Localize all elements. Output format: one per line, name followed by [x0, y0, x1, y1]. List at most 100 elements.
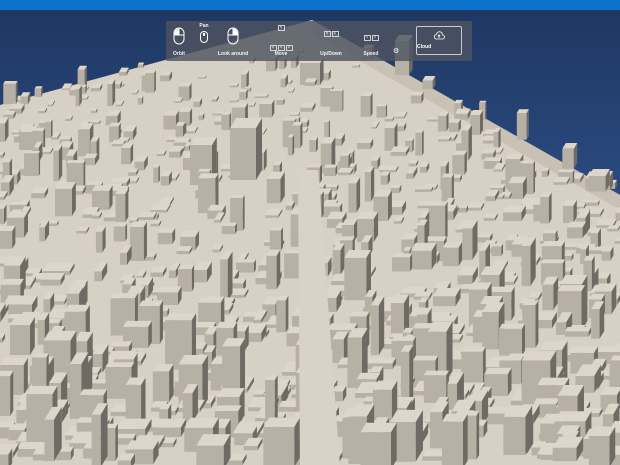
building — [34, 86, 43, 98]
building — [287, 134, 295, 156]
gear-icon[interactable]: ⚙ — [393, 47, 399, 55]
building — [448, 118, 461, 132]
key-2: 2 — [371, 35, 379, 41]
building — [24, 150, 41, 176]
building — [442, 241, 463, 267]
building — [129, 221, 147, 261]
building — [438, 136, 451, 142]
pan-mouse-icon — [200, 31, 208, 43]
building — [516, 109, 529, 140]
orbit-control: Orbit — [168, 23, 190, 59]
building — [75, 84, 82, 107]
window-top-bar — [0, 0, 620, 10]
building — [220, 251, 233, 302]
building — [45, 118, 53, 139]
building — [491, 243, 504, 257]
building — [441, 413, 468, 465]
move-label: Move — [274, 51, 288, 57]
orbit-mouse-icon — [173, 27, 185, 45]
building — [521, 237, 536, 287]
building — [324, 164, 338, 177]
building — [222, 338, 246, 396]
building — [176, 246, 193, 255]
building — [370, 296, 385, 356]
move-control: W ASD Move — [256, 23, 306, 59]
building — [499, 323, 525, 356]
building — [221, 222, 238, 235]
building — [360, 92, 373, 117]
building — [562, 199, 577, 223]
building — [348, 177, 361, 213]
building — [380, 171, 391, 185]
key-q: Q — [323, 31, 331, 37]
building — [562, 142, 578, 169]
orbit-label: Orbit — [173, 51, 185, 57]
building — [588, 426, 616, 465]
building — [493, 128, 501, 150]
building — [145, 69, 156, 93]
building — [567, 221, 586, 239]
building — [254, 93, 269, 99]
building — [241, 70, 249, 89]
navigation-help-toolbar: Orbit Pan Look around W ASD Move QE Up/D… — [166, 21, 472, 61]
look-around-label: Look around — [217, 51, 249, 57]
building — [376, 103, 388, 118]
building — [364, 166, 375, 202]
building — [454, 108, 471, 120]
building — [95, 226, 106, 253]
building — [0, 204, 7, 225]
building — [332, 243, 345, 275]
building — [432, 287, 461, 307]
building — [8, 295, 38, 315]
building — [239, 89, 248, 100]
building — [352, 63, 361, 68]
building — [461, 346, 486, 388]
building — [83, 153, 98, 166]
building — [221, 112, 232, 130]
building — [263, 417, 300, 465]
building — [198, 75, 207, 79]
look-around-control: Look around — [216, 23, 250, 59]
building — [428, 201, 448, 241]
wasd-keys-icon: W ASD — [261, 25, 301, 63]
building — [53, 144, 63, 182]
building — [137, 95, 144, 105]
key-w: W — [277, 25, 285, 31]
speed-control: 12 Speed — [356, 23, 386, 59]
building — [113, 223, 128, 242]
building — [153, 164, 160, 183]
building — [259, 99, 275, 118]
building — [169, 147, 183, 158]
building — [503, 205, 526, 221]
building — [553, 176, 570, 185]
building — [91, 185, 113, 210]
building — [160, 71, 173, 82]
building — [276, 295, 289, 333]
building — [31, 187, 49, 199]
building — [540, 192, 552, 224]
building — [107, 79, 116, 107]
building — [182, 384, 198, 423]
cloud-label: Cloud — [417, 44, 432, 50]
building — [467, 202, 485, 211]
building — [588, 168, 610, 192]
building — [0, 448, 13, 465]
building — [344, 250, 371, 301]
building — [150, 203, 171, 213]
building — [410, 242, 437, 270]
building — [390, 184, 402, 194]
building — [138, 211, 157, 220]
building — [309, 136, 318, 152]
cloud-upload-icon — [433, 31, 445, 40]
building — [236, 259, 256, 273]
building — [541, 167, 550, 177]
building — [157, 227, 176, 245]
building — [415, 129, 424, 156]
building — [0, 370, 14, 416]
city-3d-viewport[interactable] — [0, 10, 620, 465]
cloud-button[interactable]: Cloud — [416, 26, 462, 55]
building — [55, 182, 76, 217]
building — [452, 150, 467, 175]
building — [422, 76, 436, 90]
building — [462, 219, 478, 260]
